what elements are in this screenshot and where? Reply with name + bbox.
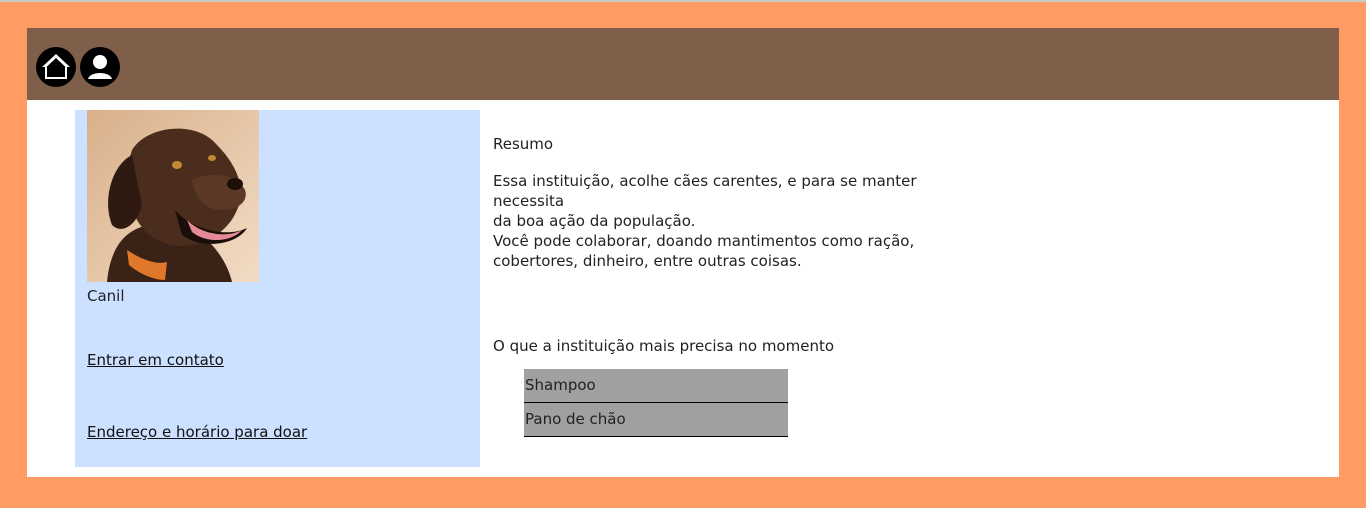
dog-photo: [87, 110, 259, 282]
summary-heading: Resumo: [493, 135, 554, 153]
contact-link[interactable]: Entrar em contato: [87, 351, 224, 369]
home-icon: [42, 54, 70, 79]
list-item: Shampoo: [524, 369, 788, 403]
needs-list: Shampoo Pano de chão: [524, 369, 788, 437]
summary-text: Essa instituição, acolhe cães carentes, …: [493, 171, 973, 271]
summary-line: Você pode colaborar, doando mantimentos …: [493, 232, 915, 250]
top-navigation-bar: [27, 28, 1339, 100]
user-icon: [82, 49, 118, 85]
address-hours-link[interactable]: Endereço e horário para doar: [87, 423, 307, 441]
needs-heading: O que a instituição mais precisa no mome…: [493, 337, 835, 355]
top-divider: [0, 0, 1366, 2]
user-button[interactable]: [80, 47, 120, 87]
institution-name: Canil: [87, 287, 125, 305]
summary-line: cobertores, dinheiro, entre outras coisa…: [493, 252, 802, 270]
list-item: Pano de chão: [524, 403, 788, 437]
content-frame: Canil Entrar em contato Endereço e horár…: [27, 28, 1339, 477]
institution-card: Canil Entrar em contato Endereço e horár…: [75, 110, 480, 467]
summary-line: Essa instituição, acolhe cães carentes, …: [493, 172, 917, 210]
home-button[interactable]: [36, 47, 76, 87]
summary-line: da boa ação da população.: [493, 212, 696, 230]
